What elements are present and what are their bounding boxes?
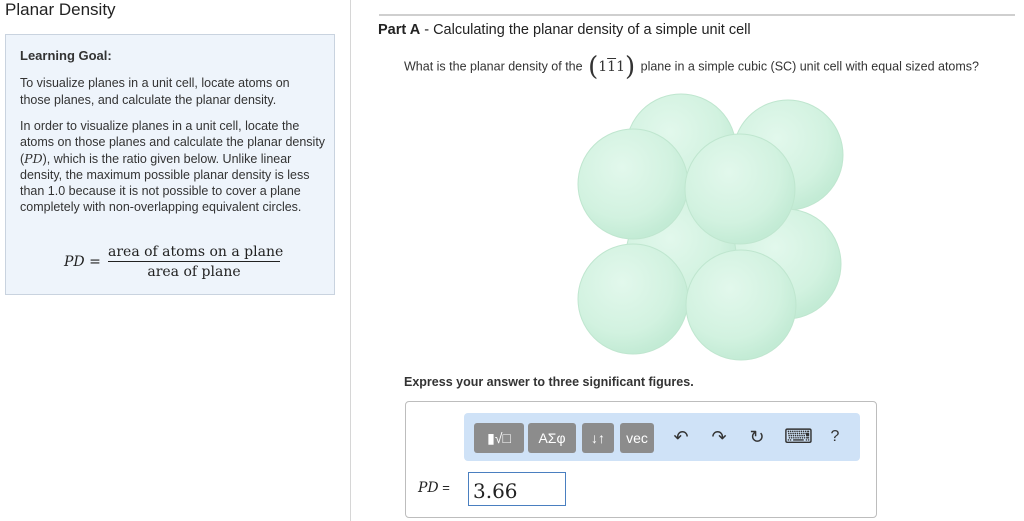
right-panel: Part A - Calculating the planar density …	[351, 0, 1024, 521]
learning-goal-paragraph-1: To visualize planes in a unit cell, loca…	[20, 76, 290, 107]
miller-digit-bar: 1	[607, 59, 617, 75]
instruction-text: Express your answer to three significant…	[404, 375, 694, 389]
part-title: Part A - Calculating the planar density …	[378, 22, 751, 38]
answer-box: ▮√□ ΑΣφ ↓↑ vec ↶ ↷ ↻ ⌨ ? PD =	[405, 401, 877, 518]
answer-input[interactable]	[468, 472, 566, 506]
question-after: plane in a simple cubic (SC) unit cell w…	[640, 59, 979, 74]
learning-goal-paragraph-2: In order to visualize planes in a unit c…	[20, 118, 326, 216]
reset-icon[interactable]: ↻	[744, 425, 770, 449]
atom-sphere	[685, 249, 797, 361]
undo-icon[interactable]: ↶	[668, 425, 694, 449]
formula-lhs: PD =	[64, 254, 101, 270]
question-text: What is the planar density of the (111) …	[404, 52, 1024, 82]
part-label: Part A	[378, 22, 421, 38]
formula-denominator: area of plane	[147, 264, 241, 280]
answer-variable: PD	[418, 480, 439, 496]
miller-close: )	[624, 52, 636, 82]
vector-button[interactable]: vec	[620, 423, 654, 453]
redo-icon[interactable]: ↷	[706, 425, 732, 449]
formula-lhs-text: PD =	[64, 254, 101, 270]
part-title-text: Calculating the planar density of a simp…	[433, 22, 751, 38]
learning-goal-heading: Learning Goal:	[20, 48, 112, 63]
keyboard-icon[interactable]: ⌨	[784, 425, 813, 449]
answer-label: PD =	[418, 480, 450, 496]
divider	[379, 14, 1015, 16]
question-before: What is the planar density of the	[404, 59, 583, 74]
atom-sphere	[577, 243, 689, 355]
part-separator: -	[420, 22, 434, 38]
formula-numerator: area of atoms on a plane	[108, 244, 284, 262]
atom-sphere	[577, 128, 689, 240]
subscript-superscript-button[interactable]: ↓↑	[582, 423, 614, 453]
help-button[interactable]: ?	[822, 425, 848, 449]
paragraph-text: ), which is the ratio given below. Unlik…	[20, 151, 310, 215]
learning-goal-box: Learning Goal: To visualize planes in a …	[5, 34, 335, 295]
unit-cell-atoms-image	[577, 93, 844, 361]
miller-digit: 1	[598, 59, 608, 75]
atom-sphere	[684, 133, 796, 245]
miller-index: (111)	[588, 52, 635, 82]
formula-fraction: area of atoms on a plane area of plane	[108, 244, 284, 280]
greek-symbols-button[interactable]: ΑΣφ	[528, 423, 576, 453]
math-toolbar: ▮√□ ΑΣφ ↓↑ vec ↶ ↷ ↻ ⌨ ?	[464, 413, 860, 461]
templates-button[interactable]: ▮√□	[474, 423, 524, 453]
miller-open: (	[588, 52, 599, 82]
answer-equals: =	[438, 480, 450, 495]
left-panel: Planar Density Learning Goal: To visuali…	[0, 0, 351, 521]
page-title: Planar Density	[5, 0, 116, 19]
pd-symbol: PD	[24, 150, 43, 166]
miller-digit: 1	[616, 59, 625, 75]
